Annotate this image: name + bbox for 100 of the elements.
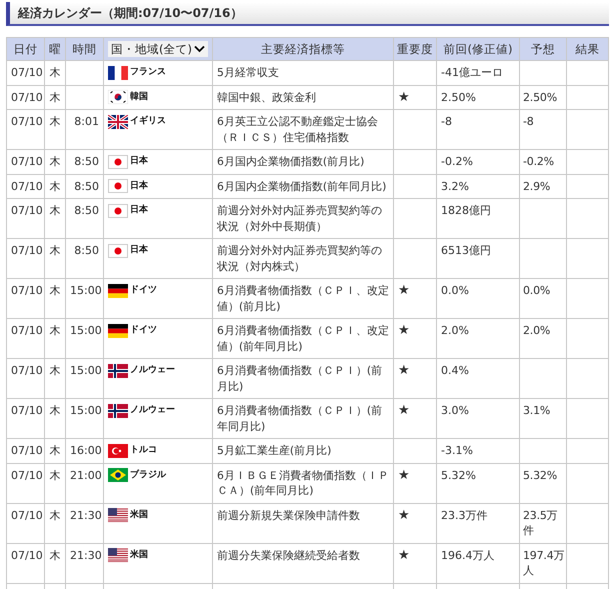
flag-icon	[108, 364, 128, 378]
importance-cell: ★	[394, 463, 436, 503]
time-cell: 21:30	[66, 503, 104, 543]
date-cell: 07/10	[6, 174, 44, 198]
time-cell: 8:01	[66, 110, 104, 150]
flag-icon	[108, 468, 128, 482]
previous-value-cell: 0.0%	[436, 278, 520, 318]
country-name: 日本	[130, 203, 148, 217]
time-cell: 15:00	[66, 398, 104, 438]
flag-icon	[108, 114, 128, 129]
weekday-cell: 木	[44, 358, 66, 398]
flag-icon	[108, 444, 128, 458]
indicator-cell: 5月鉱工業生産(前月比)	[212, 438, 394, 463]
forecast-cell: 5.32%	[520, 463, 566, 503]
importance-cell: ★	[394, 503, 436, 543]
date-cell: 07/10	[6, 278, 44, 318]
previous-value-cell: 2.50%	[436, 85, 520, 110]
date-cell: 07/10	[6, 60, 44, 85]
country-name: 米国	[130, 508, 148, 522]
date-cell: 07/10	[6, 85, 44, 110]
time-cell: 15:00	[66, 358, 104, 398]
indicator-cell: 6月国内企業物価指数(前月比)	[212, 150, 394, 174]
indicator-cell: 6月ＩＢＧＥ消費者物価指数（ＩＰＣＡ）(前年同月比)	[212, 463, 394, 503]
date-cell: 07/10	[6, 110, 44, 150]
previous-value-cell: 5.32%	[436, 463, 520, 503]
column-header: 予想	[520, 38, 566, 60]
forecast-cell: 2.9%	[520, 174, 566, 198]
previous-value-cell: -8	[436, 110, 520, 150]
date-cell: 07/10	[6, 318, 44, 358]
weekday-cell: 木	[44, 278, 66, 318]
indicator-cell: 前週分対外対内証券売買契約等の状況（対外中長期債）	[212, 198, 394, 238]
column-header: 結果	[566, 38, 608, 60]
weekday-cell: 木	[44, 438, 66, 463]
previous-value-cell: -41億ユーロ	[436, 60, 520, 85]
weekday-cell: 木	[44, 463, 66, 503]
weekday-cell: 木	[44, 543, 66, 583]
importance-cell: ★	[394, 358, 436, 398]
previous-value-cell: 3.0%	[436, 398, 520, 438]
country-name: 米国	[130, 548, 148, 562]
time-cell: 8:50	[66, 174, 104, 198]
country-filter-dropdown[interactable]: 国・地域(全て)	[108, 41, 208, 57]
country-name: ノルウェー	[130, 404, 175, 417]
previous-value-cell: 3.2%	[436, 174, 520, 198]
weekday-cell: 木	[44, 238, 66, 278]
country-name: 日本	[130, 154, 148, 168]
forecast-cell: 197.4万人	[520, 543, 566, 583]
weekday-cell: 木	[44, 174, 66, 198]
forecast-cell: 0.0%	[520, 278, 566, 318]
country-name: ノルウェー	[130, 364, 175, 377]
column-header: 重要度	[394, 38, 436, 60]
forecast-cell: 2.0%	[520, 318, 566, 358]
indicator-cell: 6月英王立公認不動産鑑定士協会（ＲＩＣＳ）住宅価格指数	[212, 110, 394, 150]
previous-value-cell: -0.2%	[436, 150, 520, 174]
flag-icon	[108, 154, 128, 169]
date-cell: 07/10	[6, 150, 44, 174]
indicator-cell: 5月経常収支	[212, 60, 394, 85]
time-cell: 8:50	[66, 150, 104, 174]
column-header: 主要経済指標等	[212, 38, 394, 60]
column-header: 日付	[6, 38, 44, 60]
time-cell: 21:00	[66, 463, 104, 503]
time-cell: 21:30	[66, 543, 104, 583]
previous-value-cell: -3.1%	[436, 438, 520, 463]
weekday-cell: 木	[44, 198, 66, 238]
date-cell: 07/10	[6, 463, 44, 503]
chevron-icon	[194, 45, 205, 53]
weekday-cell: 木	[44, 503, 66, 543]
forecast-cell: 3.1%	[520, 398, 566, 438]
indicator-cell: 前週分新規失業保険申請件数	[212, 503, 394, 543]
flag-icon	[108, 244, 128, 258]
flag-icon	[108, 404, 128, 418]
time-cell: 16:00	[66, 438, 104, 463]
previous-value-cell: 2.0%	[436, 318, 520, 358]
indicator-cell: 6月消費者物価指数（ＣＰＩ、改定値）(前月比)	[212, 278, 394, 318]
previous-value-cell: 1828億円	[436, 198, 520, 238]
importance-cell: ★	[394, 318, 436, 358]
country-name: トルコ	[130, 444, 157, 457]
date-cell: 07/10	[6, 398, 44, 438]
flag-icon	[108, 204, 128, 218]
time-cell: 15:00	[66, 318, 104, 358]
time-cell: 15:00	[66, 278, 104, 318]
date-cell: 07/10	[6, 198, 44, 238]
previous-value-cell: 0.4%	[436, 358, 520, 398]
date-cell: 07/10	[6, 438, 44, 463]
indicator-cell: 6月国内企業物価指数(前年同月比)	[212, 174, 394, 198]
indicator-cell: 6月消費者物価指数（ＣＰＩ）(前年同月比)	[212, 398, 394, 438]
column-header: 曜	[44, 38, 66, 60]
country-name: ブラジル	[130, 468, 166, 482]
indicator-cell: 韓国中銀、政策金利	[212, 85, 394, 110]
date-cell: 07/10	[6, 543, 44, 583]
indicator-cell: 前週分失業保険継続受給者数	[212, 543, 394, 583]
flag-icon	[108, 508, 128, 522]
weekday-cell: 木	[44, 85, 66, 110]
indicator-cell: 6月消費者物価指数（ＣＰＩ）(前月比)	[212, 358, 394, 398]
flag-icon	[108, 324, 128, 338]
date-cell: 07/10	[6, 238, 44, 278]
forecast-cell: -8	[520, 110, 566, 150]
importance-cell: ★	[394, 278, 436, 318]
flag-icon	[108, 90, 128, 104]
indicator-cell: 前週分対外対内証券売買契約等の状況（対内株式）	[212, 238, 394, 278]
forecast-cell: 2.50%	[520, 85, 566, 110]
